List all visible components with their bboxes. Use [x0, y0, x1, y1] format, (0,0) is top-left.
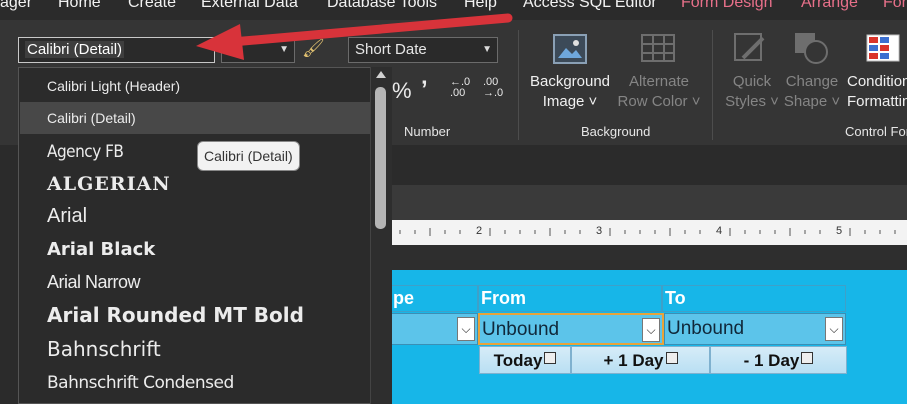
font-list-scrollbar[interactable] — [370, 67, 392, 404]
font-option[interactable]: Arial — [20, 200, 371, 232]
plus-one-day-label: + 1 Day — [603, 351, 664, 370]
chevron-down-icon[interactable]: ⌵ — [642, 318, 660, 342]
ruler-mark: 5 — [836, 225, 843, 237]
form-header-bar — [390, 245, 907, 270]
alternate-row-color-button[interactable]: Alternate Row Color ˅ — [614, 72, 704, 112]
ruler-ticks — [399, 228, 896, 236]
plus-one-day-button[interactable]: + 1 Day — [571, 346, 710, 374]
change-shape-button[interactable]: Change Shape ˅ — [782, 72, 842, 112]
today-button[interactable]: Today — [479, 346, 571, 374]
tab-home[interactable]: Home — [58, 0, 101, 12]
change-shape-label-1: Change — [785, 73, 839, 90]
format-combo[interactable]: Short Date ▼ — [348, 37, 498, 63]
decrease-decimals-icon[interactable]: .00 →.0 — [483, 77, 503, 99]
to-combo[interactable]: Unbound ⌵ — [664, 313, 846, 345]
conditional-label-1: Condition — [847, 73, 907, 90]
picture-icon — [558, 40, 582, 58]
font-option[interactable]: Arial Black — [20, 234, 371, 266]
today-button-label: Today — [493, 351, 543, 370]
tab-help[interactable]: Help — [464, 0, 497, 12]
alternate-row-color-icon — [641, 34, 675, 64]
from-header-label[interactable]: From — [478, 285, 662, 312]
quick-styles-icon — [733, 32, 767, 62]
tab-arrange[interactable]: Arrange — [801, 0, 858, 12]
background-image-label-2: Image ˅ — [542, 93, 598, 110]
chevron-down-icon: ▼ — [482, 44, 492, 55]
format-value: Short Date — [355, 41, 427, 58]
type-header-label[interactable]: pe — [390, 285, 478, 312]
minus-one-day-button[interactable]: - 1 Day — [710, 346, 847, 374]
to-header-label[interactable]: To — [662, 285, 846, 312]
minus-one-day-label: - 1 Day — [743, 351, 800, 370]
comma-style-icon[interactable]: ’ — [421, 76, 428, 104]
conditional-formatting-icon — [866, 34, 900, 64]
chevron-down-icon: ▼ — [279, 44, 289, 55]
change-shape-label-2: Shape ˅ — [783, 93, 841, 110]
font-size-value: 4 — [228, 41, 237, 58]
button-icon — [544, 352, 557, 364]
scroll-up-arrow-icon[interactable] — [376, 71, 386, 78]
grid-icon — [641, 34, 675, 62]
font-option[interactable]: Agency FB — [20, 136, 371, 168]
background-image-button[interactable]: Background Image ˅ — [529, 72, 611, 112]
font-option[interactable]: Bahnschrift Condensed — [20, 367, 371, 399]
brush-icon — [734, 33, 765, 61]
background-image-label-1: Background — [529, 73, 611, 90]
change-shape-icon — [794, 32, 828, 64]
quick-styles-label-2: Styles ˅ — [725, 93, 779, 110]
horizontal-ruler: 2 3 4 5 — [390, 220, 907, 245]
increase-decimals-icon[interactable]: ←.0 .00 — [450, 77, 470, 99]
background-image-icon[interactable] — [553, 34, 587, 64]
tab-file-manager[interactable]: ager — [0, 0, 32, 12]
font-option[interactable]: Arial Rounded MT Bold — [20, 299, 371, 331]
ruler-mark: 2 — [476, 225, 483, 237]
from-combo[interactable]: Unbound ⌵ — [478, 313, 664, 345]
font-tooltip: Calibri (Detail) — [197, 141, 300, 171]
alternate-row-label-1: Alternate — [628, 73, 690, 90]
group-divider — [712, 30, 713, 140]
font-dropdown-list[interactable]: Calibri Light (Header) Calibri (Detail) … — [18, 67, 392, 404]
section-bar — [390, 185, 907, 220]
tab-format[interactable]: For — [883, 0, 907, 12]
alternate-row-label-2: Row Color ˅ — [617, 93, 701, 110]
type-combo[interactable]: ⌵ — [390, 313, 478, 345]
table-colors-icon — [866, 34, 900, 62]
percent-icon[interactable]: % — [392, 78, 412, 104]
ribbon-tab-bar: ager Home Create External Data Database … — [0, 0, 907, 20]
conditional-formatting-button[interactable]: Condition Formattin — [846, 72, 907, 112]
tab-form-design[interactable]: Form Design — [681, 0, 773, 12]
font-option[interactable]: Calibri Light (Header) — [20, 70, 371, 102]
button-icon — [665, 352, 678, 364]
tab-external-data[interactable]: External Data — [201, 0, 298, 12]
number-group-label: Number — [404, 124, 451, 139]
scroll-thumb[interactable] — [375, 87, 386, 229]
font-option[interactable]: Arial Narrow — [20, 266, 371, 298]
font-size-combo[interactable]: 4 ▼ — [221, 37, 295, 63]
ruler-mark: 4 — [716, 225, 723, 237]
tab-access-sql-editor[interactable]: Access SQL Editor — [523, 0, 657, 12]
format-painter-icon[interactable]: 🖌 — [302, 38, 325, 59]
background-group-label: Background — [581, 124, 651, 139]
quick-styles-button[interactable]: Quick Styles ˅ — [722, 72, 782, 112]
conditional-label-2: Formattin — [847, 93, 907, 110]
control-formatting-group-label: Control For — [845, 124, 907, 139]
font-name-value: Calibri (Detail) — [25, 41, 125, 58]
chevron-down-icon[interactable]: ⌵ — [457, 317, 475, 341]
quick-styles-label-1: Quick — [732, 73, 772, 90]
font-option[interactable]: Bahnschrift — [20, 333, 371, 365]
button-icon — [801, 352, 814, 364]
ruler-mark: 3 — [596, 225, 603, 237]
tab-create[interactable]: Create — [128, 0, 176, 12]
shapes-icon — [795, 33, 828, 64]
to-combo-value: Unbound — [667, 318, 745, 339]
chevron-down-icon[interactable]: ⌵ — [825, 317, 843, 341]
font-option[interactable]: ALGERIAN — [20, 168, 371, 200]
font-name-combo[interactable]: Calibri (Detail) — [18, 37, 215, 63]
from-combo-value: Unbound — [482, 319, 560, 340]
font-option-selected[interactable]: Calibri (Detail) — [20, 102, 371, 134]
tab-database-tools[interactable]: Database Tools — [327, 0, 437, 12]
group-divider — [518, 30, 519, 140]
